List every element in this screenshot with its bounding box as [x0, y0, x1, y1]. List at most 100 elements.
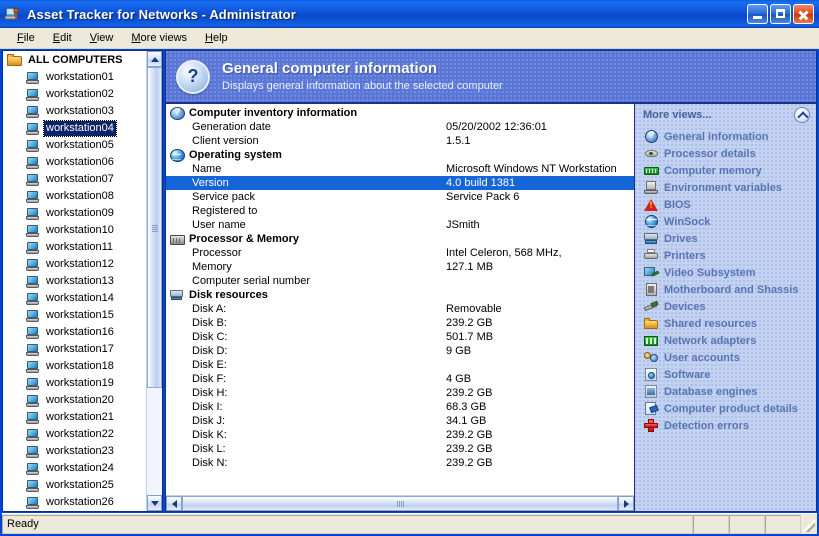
detail-row[interactable]: Disk F:4 GB: [166, 372, 634, 386]
more-views-item-database-engines[interactable]: Database engines: [635, 383, 816, 400]
tree-item-workstation05[interactable]: workstation05: [3, 137, 146, 154]
detail-section-disk-resources[interactable]: Disk resources: [166, 288, 634, 302]
scroll-down-button[interactable]: [147, 495, 162, 511]
more-views-title: More views...: [643, 109, 794, 121]
more-views-item-video-subsystem[interactable]: Video Subsystem: [635, 264, 816, 281]
more-views-list[interactable]: General informationProcessor detailsComp…: [635, 126, 816, 511]
more-views-item-environment-variables[interactable]: Environment variables: [635, 179, 816, 196]
tree-item-workstation18[interactable]: workstation18: [3, 358, 146, 375]
menu-item-more-views[interactable]: More views: [122, 30, 196, 46]
scroll-left-button[interactable]: [166, 496, 182, 511]
detail-row[interactable]: User nameJSmith: [166, 218, 634, 232]
more-views-item-user-accounts[interactable]: User accounts: [635, 349, 816, 366]
tree-item-workstation11[interactable]: workstation11: [3, 239, 146, 256]
detail-row[interactable]: Disk A:Removable: [166, 302, 634, 316]
tree-item-workstation21[interactable]: workstation21: [3, 409, 146, 426]
computer-icon: [25, 292, 41, 306]
detail-section-processor-memory[interactable]: Processor & Memory: [166, 232, 634, 246]
detail-row[interactable]: Service packService Pack 6: [166, 190, 634, 204]
detail-row[interactable]: Version4.0 build 1381: [166, 176, 634, 190]
menu-item-file[interactable]: File: [8, 30, 44, 46]
scroll-right-button[interactable]: [618, 496, 634, 511]
more-views-item-computer-product-details[interactable]: Computer product details: [635, 400, 816, 417]
tree-item-workstation20[interactable]: workstation20: [3, 392, 146, 409]
chevron-up-icon[interactable]: [794, 107, 810, 123]
detail-row[interactable]: Disk C:501.7 MB: [166, 330, 634, 344]
tree-item-workstation19[interactable]: workstation19: [3, 375, 146, 392]
detail-row[interactable]: Disk L:239.2 GB: [166, 442, 634, 456]
tree-item-workstation23[interactable]: workstation23: [3, 443, 146, 460]
tree-item-workstation04[interactable]: workstation04: [3, 120, 146, 137]
tree-item-workstation13[interactable]: workstation13: [3, 273, 146, 290]
tree-item-workstation14[interactable]: workstation14: [3, 290, 146, 307]
tree-item-workstation08[interactable]: workstation08: [3, 188, 146, 205]
tree-item-workstation01[interactable]: workstation01: [3, 69, 146, 86]
tree-item-workstation16[interactable]: workstation16: [3, 324, 146, 341]
detail-row[interactable]: NameMicrosoft Windows NT Workstation: [166, 162, 634, 176]
detail-row[interactable]: Registered to: [166, 204, 634, 218]
detail-row-key: User name: [192, 219, 446, 231]
tree-item-workstation17[interactable]: workstation17: [3, 341, 146, 358]
tree-item-workstation12[interactable]: workstation12: [3, 256, 146, 273]
computer-tree[interactable]: ALL COMPUTERSworkstation01workstation02w…: [3, 51, 146, 511]
tree-item-workstation06[interactable]: workstation06: [3, 154, 146, 171]
scroll-thumb[interactable]: [147, 67, 162, 388]
detail-row[interactable]: Disk N:239.2 GB: [166, 456, 634, 470]
close-button[interactable]: [793, 4, 814, 24]
detail-row[interactable]: Disk B:239.2 GB: [166, 316, 634, 330]
maximize-button[interactable]: [770, 4, 791, 24]
more-views-item-processor-details[interactable]: Processor details: [635, 145, 816, 162]
detail-row[interactable]: Memory127.1 MB: [166, 260, 634, 274]
more-views-item-drives[interactable]: Drives: [635, 230, 816, 247]
tree-item-workstation26[interactable]: workstation26: [3, 494, 146, 511]
more-views-item-motherboard-and-shassis[interactable]: Motherboard and Shassis: [635, 281, 816, 298]
detail-section-computer-inventory-information[interactable]: Computer inventory information: [166, 106, 634, 120]
resize-grip[interactable]: [801, 515, 817, 534]
more-views-item-shared-resources[interactable]: Shared resources: [635, 315, 816, 332]
tree-vertical-scrollbar[interactable]: [146, 51, 162, 511]
details-list[interactable]: Computer inventory informationGeneration…: [166, 104, 634, 495]
tree-item-workstation15[interactable]: workstation15: [3, 307, 146, 324]
tree-root-all-computers[interactable]: ALL COMPUTERS: [3, 52, 146, 69]
detail-row[interactable]: Generation date05/20/2002 12:36:01: [166, 120, 634, 134]
detail-row[interactable]: Disk J:34.1 GB: [166, 414, 634, 428]
detail-row[interactable]: Client version1.5.1: [166, 134, 634, 148]
more-views-item-devices[interactable]: Devices: [635, 298, 816, 315]
tree-item-workstation03[interactable]: workstation03: [3, 103, 146, 120]
more-views-item-label: General information: [664, 131, 769, 143]
detail-row[interactable]: Disk D:9 GB: [166, 344, 634, 358]
detail-row[interactable]: Disk E:: [166, 358, 634, 372]
hscroll-track[interactable]: [182, 496, 618, 511]
more-views-item-detection-errors[interactable]: Detection errors: [635, 417, 816, 434]
more-views-item-printers[interactable]: Printers: [635, 247, 816, 264]
tree-item-workstation25[interactable]: workstation25: [3, 477, 146, 494]
more-views-item-general-information[interactable]: General information: [635, 128, 816, 145]
tree-item-workstation22[interactable]: workstation22: [3, 426, 146, 443]
more-views-item-computer-memory[interactable]: Computer memory: [635, 162, 816, 179]
scroll-up-button[interactable]: [147, 51, 162, 67]
tree-item-workstation02[interactable]: workstation02: [3, 86, 146, 103]
scroll-track[interactable]: [147, 67, 162, 495]
computer-tree-panel: ALL COMPUTERSworkstation01workstation02w…: [2, 50, 163, 512]
details-horizontal-scrollbar[interactable]: [166, 495, 634, 511]
tree-item-workstation07[interactable]: workstation07: [3, 171, 146, 188]
menu-item-help[interactable]: Help: [196, 30, 237, 46]
detail-row[interactable]: Computer serial number: [166, 274, 634, 288]
detail-section-operating-system[interactable]: Operating system: [166, 148, 634, 162]
menu-item-view[interactable]: View: [81, 30, 123, 46]
more-views-item-winsock[interactable]: WinSock: [635, 213, 816, 230]
menu-item-edit[interactable]: Edit: [44, 30, 81, 46]
detail-row[interactable]: ProcessorIntel Celeron, 568 MHz,: [166, 246, 634, 260]
more-views-item-software[interactable]: Software: [635, 366, 816, 383]
more-views-item-bios[interactable]: BIOS: [635, 196, 816, 213]
more-views-item-label: Computer product details: [664, 403, 798, 415]
hscroll-thumb[interactable]: [182, 496, 618, 511]
detail-row[interactable]: Disk I:68.3 GB: [166, 400, 634, 414]
tree-item-workstation10[interactable]: workstation10: [3, 222, 146, 239]
detail-row[interactable]: Disk K:239.2 GB: [166, 428, 634, 442]
tree-item-workstation09[interactable]: workstation09: [3, 205, 146, 222]
minimize-button[interactable]: [747, 4, 768, 24]
detail-row[interactable]: Disk H:239.2 GB: [166, 386, 634, 400]
tree-item-workstation24[interactable]: workstation24: [3, 460, 146, 477]
more-views-item-network-adapters[interactable]: Network adapters: [635, 332, 816, 349]
